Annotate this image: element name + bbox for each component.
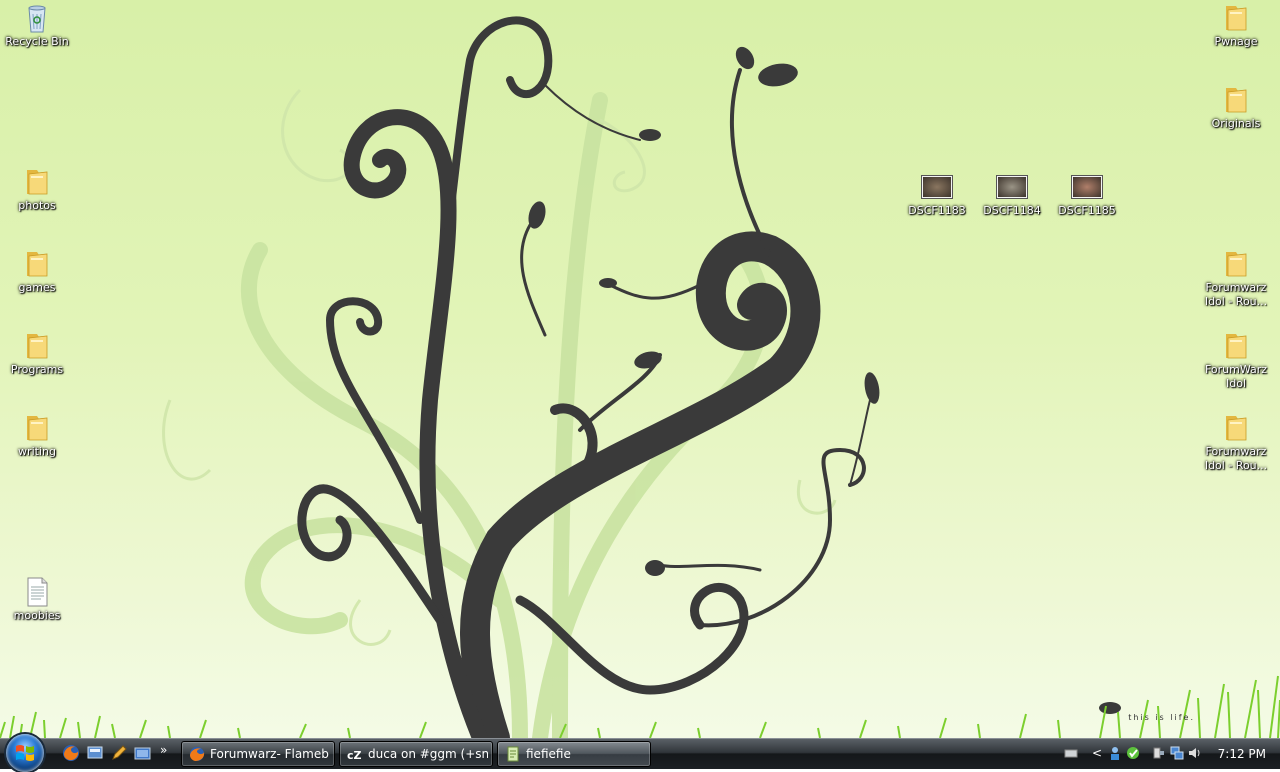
clock[interactable]: 7:12 PM <box>1218 739 1266 769</box>
desktop-icon-recycle-bin[interactable]: Recycle Bin <box>0 2 75 49</box>
folder-icon <box>27 170 48 195</box>
firefox-icon <box>190 747 205 761</box>
taskbar: » Forumwarz- Flameb... cZ duca on #ggm (+s… <box>0 734 1280 772</box>
volume-icon[interactable] <box>1188 746 1202 760</box>
desktop-icon-label: moobies <box>13 609 61 622</box>
show-hidden-icon[interactable]: < <box>1092 746 1106 760</box>
folder-icon <box>27 334 48 359</box>
desktop-icon-dscf1185[interactable]: DSCF1185 <box>1049 170 1125 218</box>
desktop-icon-label: DSCF1185 <box>1058 204 1116 217</box>
desktop-icon-moobies[interactable]: moobies <box>0 576 75 623</box>
folder-icon <box>27 416 48 441</box>
image-file-icon <box>997 176 1027 198</box>
switch-windows-icon[interactable] <box>134 744 152 762</box>
desktop[interactable]: this is life. Recycle Bin photos games Prog… <box>0 0 1280 738</box>
safely-remove-icon[interactable] <box>1152 746 1166 760</box>
folder-icon <box>1226 6 1247 31</box>
notepad-icon <box>507 746 519 762</box>
taskbar-button[interactable]: Forumwarz- Flameb... <box>181 741 335 767</box>
taskbar-button-label: fiefiefie <box>526 747 571 761</box>
notification-area: < 7:12 PM <box>1064 739 1280 769</box>
desktop-icon-label: DSCF1183 <box>908 204 966 217</box>
image-file-icon <box>922 176 952 198</box>
taskbar-button[interactable]: cZ duca on #ggm (+sn... <box>339 741 493 767</box>
folder-icon <box>1226 252 1247 277</box>
network-user-icon[interactable] <box>1108 746 1122 760</box>
desktop-icon-writing[interactable]: writing <box>0 412 75 459</box>
recycle-bin-icon <box>28 5 46 33</box>
taskbar-button[interactable]: fiefiefie <box>497 741 651 767</box>
desktop-icon-label: DSCF1184 <box>983 204 1041 217</box>
desktop-icon-dscf1184[interactable]: DSCF1184 <box>974 170 1050 218</box>
taskbar-button-label: Forumwarz- Flameb... <box>210 747 330 761</box>
desktop-icon-label: Pwnage <box>1214 35 1258 48</box>
desktop-icon-originals[interactable]: Originals <box>1198 84 1274 131</box>
pencil-app-icon[interactable] <box>110 744 128 762</box>
chatzilla-icon: cZ <box>347 749 362 762</box>
desktop-icon-label: Originals <box>1211 117 1261 130</box>
network-icon[interactable] <box>1170 746 1184 760</box>
desktop-icon-photos[interactable]: photos <box>0 166 75 213</box>
wallpaper-brand-text: this is life. <box>1128 713 1195 722</box>
desktop-icon-programs[interactable]: Programs <box>0 330 75 377</box>
desktop-icon-forumwarz-idol-rou[interactable]: Forumwarz Idol - Rou... <box>1198 248 1274 309</box>
image-file-icon <box>1072 176 1102 198</box>
desktop-icon-label: writing <box>18 445 56 458</box>
desktop-icon-label: games <box>18 281 56 294</box>
tree-wallpaper <box>0 16 1280 738</box>
desktop-icon-games[interactable]: games <box>0 248 75 295</box>
messenger-icon[interactable] <box>1126 746 1140 760</box>
desktop-icon-label: Forumwarz Idol - Rou... <box>1204 445 1268 472</box>
desktop-icon-label: Forumwarz Idol - Rou... <box>1204 281 1268 308</box>
folder-icon <box>1226 334 1247 359</box>
folder-icon <box>1226 88 1247 113</box>
start-button[interactable] <box>6 734 44 772</box>
folder-icon <box>1226 416 1247 441</box>
desktop-icon-forumwarz-idol[interactable]: ForumWarz Idol <box>1198 330 1274 391</box>
windows-logo-icon <box>16 745 34 761</box>
svg-text:cZ: cZ <box>347 749 362 762</box>
desktop-icon-label: ForumWarz Idol <box>1204 363 1268 390</box>
desktop-icon-label: Recycle Bin <box>5 35 69 48</box>
desktop-icon-forumwarz-idol-rou[interactable]: Forumwarz Idol - Rou... <box>1198 412 1274 473</box>
desktop-icon-label: photos <box>18 199 56 212</box>
taskbar-button-label: duca on #ggm (+sn... <box>368 747 488 761</box>
desktop-icon-pwnage[interactable]: Pwnage <box>1198 2 1274 49</box>
firefox-icon[interactable] <box>62 744 80 762</box>
show-desktop-icon[interactable] <box>86 744 104 762</box>
quick-launch-overflow[interactable]: » <box>160 741 167 759</box>
desktop-icon-dscf1183[interactable]: DSCF1183 <box>899 170 975 218</box>
folder-icon <box>27 252 48 277</box>
text-file-icon <box>27 577 48 607</box>
keyboard-icon[interactable] <box>1064 746 1078 760</box>
desktop-icon-label: Programs <box>10 363 64 376</box>
